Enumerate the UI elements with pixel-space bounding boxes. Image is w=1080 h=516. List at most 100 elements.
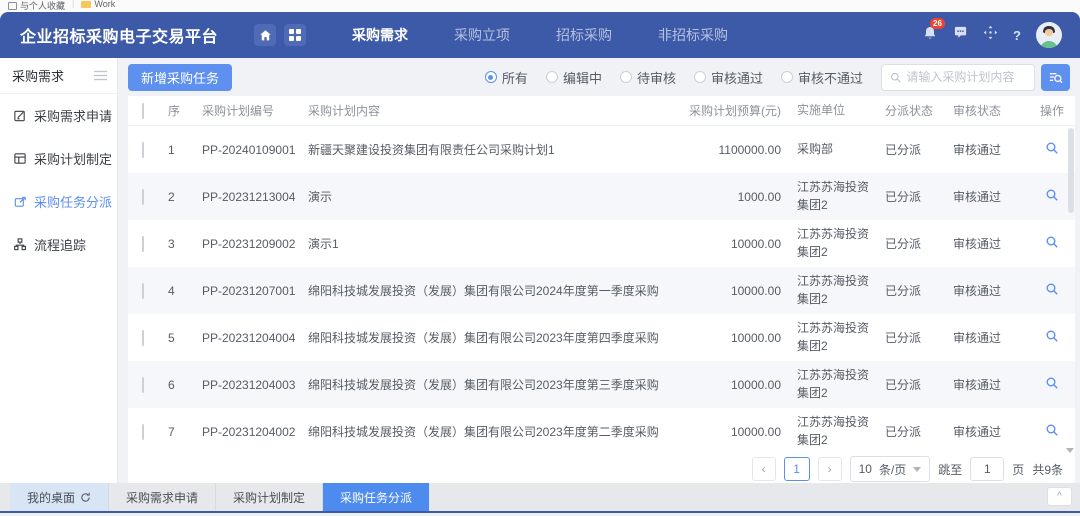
bottom-tab-label: 我的桌面 — [27, 489, 75, 506]
status-radio[interactable]: 待审核 — [620, 68, 676, 87]
cell-plan-budget: 1100000.00 — [673, 143, 781, 157]
table-row: 1PP-20240109001新疆天聚建设投资集团有限责任公司采购计划11100… — [128, 126, 1075, 173]
table-card: 序采购计划编号采购计划内容采购计划预算(元)实施单位分派状态审核状态操作 1PP… — [128, 96, 1075, 483]
browser-bookmarks-strip: 与个人收藏 | Work — [0, 0, 1080, 12]
collapse-tabs-button[interactable]: ^ — [1047, 487, 1072, 506]
next-page-button[interactable]: › — [818, 457, 842, 481]
bottom-tab[interactable]: 采购计划制定 — [216, 483, 323, 511]
fullscreen-button[interactable] — [983, 25, 998, 45]
bottom-tab-label: 采购需求申请 — [126, 489, 198, 506]
view-detail-icon[interactable] — [1045, 423, 1059, 437]
radio-icon — [620, 71, 632, 83]
bottom-tab[interactable]: 采购任务分派 — [323, 483, 429, 511]
col-header-plan-budget: 采购计划预算(元) — [673, 102, 781, 119]
cell-seq: 2 — [168, 190, 202, 204]
table-scrollbar-track — [1066, 128, 1074, 451]
page-size-select[interactable]: 10 条/页 — [850, 456, 931, 482]
status-radio[interactable]: 审核通过 — [694, 68, 763, 87]
sidebar-item[interactable]: 流程追踪 — [0, 223, 117, 266]
view-detail-icon[interactable] — [1045, 329, 1059, 343]
col-header-action: 操作 — [1029, 102, 1075, 119]
home-button[interactable] — [254, 24, 276, 46]
bottom-tab-label: 采购计划制定 — [233, 489, 305, 506]
grid-icon — [289, 29, 301, 41]
row-checkbox[interactable] — [142, 189, 144, 205]
row-checkbox[interactable] — [142, 142, 144, 158]
nav-menu-item[interactable]: 招标采购 — [556, 25, 612, 45]
nav-right-tools: 26 ? — [922, 22, 1062, 48]
nav-menu-item[interactable]: 采购立项 — [454, 25, 510, 45]
nav-menu-item[interactable]: 采购需求 — [352, 25, 408, 45]
row-checkbox-cell — [128, 190, 168, 204]
bookmarks-icon — [8, 2, 17, 10]
col-header-dispatch-status: 分派状态 — [875, 102, 947, 119]
col-header-audit-status: 审核状态 — [947, 102, 1029, 119]
hamburger-icon[interactable] — [94, 70, 107, 81]
table-scrollbar[interactable] — [1068, 128, 1074, 213]
cell-seq: 4 — [168, 284, 202, 298]
current-page-button[interactable]: 1 — [784, 457, 810, 481]
bottom-tab[interactable]: 采购需求申请 — [109, 483, 216, 511]
status-radio[interactable]: 所有 — [485, 68, 528, 87]
row-checkbox[interactable] — [142, 424, 144, 440]
help-button[interactable]: ? — [1013, 28, 1021, 43]
cell-dispatch-status: 已分派 — [875, 423, 947, 440]
notifications-button[interactable]: 26 — [922, 25, 938, 46]
prev-page-button[interactable]: ‹ — [752, 457, 776, 481]
sidebar-item[interactable]: 采购任务分派 — [0, 180, 117, 223]
radio-label: 编辑中 — [563, 68, 602, 87]
search-box[interactable] — [881, 64, 1035, 91]
cell-plan-budget: 10000.00 — [673, 425, 781, 439]
cell-implement-unit: 江苏苏海投资集团2 — [781, 367, 875, 402]
cell-plan-code: PP-20231204004 — [202, 331, 308, 345]
user-avatar[interactable] — [1036, 22, 1062, 48]
cell-plan-content: 演示 — [308, 188, 673, 205]
sidebar-item-label: 采购任务分派 — [34, 192, 112, 211]
radio-label: 审核通过 — [711, 68, 763, 87]
scrollbar-down-arrow-icon[interactable] — [1066, 448, 1074, 453]
nav-menu-item[interactable]: 非招标采购 — [658, 25, 728, 45]
col-header-plan-content: 采购计划内容 — [308, 102, 673, 119]
advanced-search-button[interactable] — [1041, 64, 1070, 91]
view-detail-icon[interactable] — [1045, 282, 1059, 296]
row-checkbox[interactable] — [142, 283, 144, 299]
row-checkbox[interactable] — [142, 330, 144, 346]
cell-seq: 7 — [168, 425, 202, 439]
cell-plan-code: PP-20231204002 — [202, 425, 308, 439]
bookmark-item[interactable]: 与个人收藏 — [8, 0, 65, 12]
view-detail-icon[interactable] — [1045, 141, 1059, 155]
cell-audit-status: 审核通过 — [947, 282, 1029, 299]
sidebar-menu: 采购需求申请采购计划制定采购任务分派流程追踪 — [0, 94, 117, 266]
sidebar-item[interactable]: 采购需求申请 — [0, 94, 117, 137]
jump-label: 跳至 — [938, 461, 962, 478]
cell-plan-budget: 10000.00 — [673, 331, 781, 345]
jump-page-input[interactable] — [970, 457, 1004, 481]
cell-plan-code: PP-20240109001 — [202, 143, 308, 157]
status-radio[interactable]: 编辑中 — [546, 68, 602, 87]
radio-icon — [485, 71, 497, 83]
cell-implement-unit: 江苏苏海投资集团2 — [781, 320, 875, 355]
table-row: 2PP-20231213004演示1000.00江苏苏海投资集团2已分派审核通过 — [128, 173, 1075, 220]
messages-button[interactable] — [953, 25, 968, 45]
view-detail-icon[interactable] — [1045, 188, 1059, 202]
view-detail-icon[interactable] — [1045, 376, 1059, 390]
page-size-value: 10 — [859, 462, 872, 476]
sidebar-header: 采购需求 — [0, 58, 117, 94]
bottom-tab[interactable]: 我的桌面 — [10, 483, 109, 511]
new-task-button[interactable]: 新增采购任务 — [128, 64, 232, 91]
table-row: 3PP-20231209002演示110000.00江苏苏海投资集团2已分派审核… — [128, 220, 1075, 267]
cell-plan-content: 绵阳科技城发展投资（发展）集团有限公司2024年度第一季度采购 — [308, 282, 673, 299]
sidebar-item[interactable]: 采购计划制定 — [0, 137, 117, 180]
window-bottom-edge — [0, 511, 1080, 516]
row-checkbox[interactable] — [142, 236, 144, 252]
cell-implement-unit: 江苏苏海投资集团2 — [781, 179, 875, 214]
avatar-face — [1045, 29, 1053, 36]
bookmark-folder[interactable]: Work — [81, 0, 115, 9]
row-checkbox[interactable] — [142, 377, 144, 393]
status-radio[interactable]: 审核不通过 — [781, 68, 863, 87]
search-input[interactable] — [906, 70, 1026, 84]
apps-grid-button[interactable] — [284, 24, 306, 46]
select-all-checkbox[interactable] — [142, 103, 144, 119]
view-detail-icon[interactable] — [1045, 235, 1059, 249]
cell-plan-code: PP-20231213004 — [202, 190, 308, 204]
